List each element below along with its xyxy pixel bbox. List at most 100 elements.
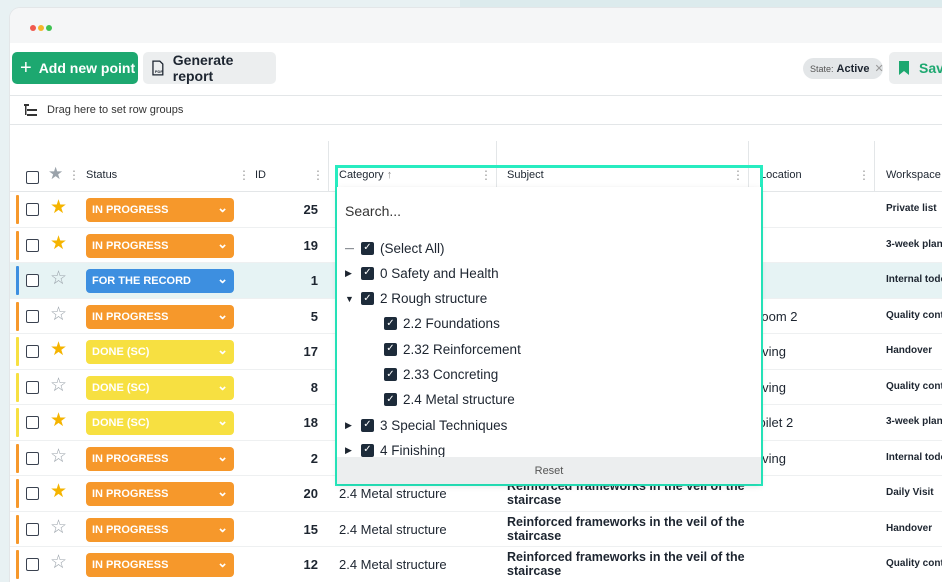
status-dropdown[interactable]: IN PROGRESS ⌄ [86,198,234,222]
filter-checkbox[interactable]: ✓ [384,342,397,356]
star-filled-icon[interactable]: ★ [50,411,67,430]
status-label: IN PROGRESS [92,488,169,500]
save-view-button[interactable]: Sav [889,52,942,84]
workspace-cell: Handover [886,345,933,356]
row-group-drop-zone[interactable]: Drag here to set row groups [10,95,942,125]
status-label: DONE (SC) [92,346,150,358]
status-color-bar [16,372,19,402]
add-new-point-button[interactable]: + Add new point [12,52,138,84]
star-outline-icon[interactable]: ☆ [50,269,67,288]
table-row[interactable]: ☆ IN PROGRESS ⌄ 12 2.4 Metal structure R… [10,547,942,582]
minimize-window-dot[interactable] [38,25,44,31]
star-filled-icon[interactable]: ★ [50,340,67,359]
filter-checkbox[interactable]: ✓ [384,368,397,381]
star-filled-icon[interactable]: ★ [50,234,67,253]
status-dropdown[interactable]: IN PROGRESS ⌄ [86,304,234,329]
filter-checkbox[interactable]: ✓ [384,393,397,407]
close-icon[interactable]: ✕ [875,62,884,75]
filter-option-label: 4 Finishing [380,442,446,457]
status-color-bar [16,337,19,366]
maximize-window-dot[interactable] [46,25,52,31]
status-color-bar [16,408,19,437]
row-checkbox[interactable] [26,380,39,394]
select-all-rows-checkbox[interactable] [26,171,39,184]
status-color-bar [16,443,19,473]
status-dropdown[interactable]: DONE (SC) ⌄ [86,375,234,400]
filter-option[interactable]: ✓ 2.32 Reinforcement [384,340,521,358]
row-checkbox[interactable] [26,416,39,429]
status-dropdown[interactable]: IN PROGRESS ⌄ [86,553,234,577]
star-filled-icon[interactable]: ★ [50,482,67,501]
reset-filter-button[interactable]: Reset [337,457,761,484]
add-new-point-label: Add new point [38,60,136,76]
chevron-down-icon: ⌄ [217,555,228,570]
column-separator [328,141,329,192]
star-header-icon[interactable]: ★ [48,165,63,182]
table-row[interactable]: ☆ IN PROGRESS ⌄ 15 2.4 Metal structure R… [10,512,942,547]
filter-option[interactable]: ▶ ✓ 0 Safety and Health [345,264,499,282]
status-dropdown[interactable]: IN PROGRESS ⌄ [86,233,234,258]
column-header-location[interactable]: Location [760,169,802,181]
star-outline-icon[interactable]: ☆ [50,376,67,395]
status-color-bar [16,514,19,544]
filter-option[interactable]: ▶ ✓ 3 Special Techniques [345,416,507,434]
caret-right-icon[interactable]: ▶ [345,445,355,456]
caret-right-icon[interactable]: ▶ [345,420,355,431]
star-outline-icon[interactable]: ☆ [50,553,67,572]
filter-option[interactable]: ✓ 2.4 Metal structure [384,391,515,409]
filter-option-label: 2.32 Reinforcement [403,341,521,357]
status-dropdown[interactable]: IN PROGRESS ⌄ [86,517,234,542]
filter-option[interactable]: ✓ 2.33 Concreting [384,366,498,384]
status-dropdown[interactable]: FOR THE RECORD ⌄ [86,269,234,293]
caret-right-icon[interactable]: ▶ [345,268,355,279]
filter-option[interactable]: — ✓ (Select All) [345,239,445,257]
column-menu-icon[interactable]: ⋮ [858,168,870,182]
status-label: DONE (SC) [92,381,150,394]
generate-report-button[interactable]: PDF Generate report [143,52,276,84]
column-header-id[interactable]: ID [255,169,266,181]
star-outline-icon[interactable]: ☆ [50,305,67,324]
row-checkbox[interactable] [26,487,39,500]
status-dropdown[interactable]: IN PROGRESS ⌄ [86,446,234,471]
filter-option-label: 2.33 Concreting [403,367,499,382]
row-checkbox[interactable] [26,522,39,536]
row-checkbox[interactable] [26,345,39,358]
status-label: FOR THE RECORD [92,275,191,287]
row-checkbox[interactable] [26,451,39,465]
row-checkbox[interactable] [26,203,39,216]
filter-checkbox[interactable]: ✓ [384,317,397,331]
status-dropdown[interactable]: IN PROGRESS ⌄ [86,482,234,506]
star-outline-icon[interactable]: ☆ [50,518,67,537]
status-dropdown[interactable]: DONE (SC) ⌄ [86,411,234,435]
minus-icon[interactable]: — [345,243,355,253]
row-group-icon [24,104,37,116]
workspace-cell: Quality control [886,380,942,392]
filter-checkbox[interactable]: ✓ [361,443,374,457]
column-menu-icon[interactable]: ⋮ [312,168,324,182]
filter-checkbox[interactable]: ✓ [361,292,374,306]
column-menu-icon[interactable]: ⋮ [68,168,80,182]
filter-checkbox[interactable]: ✓ [361,418,374,432]
filter-checkbox[interactable]: ✓ [361,241,374,255]
filter-option[interactable]: ▼ ✓ 2 Rough structure [345,290,487,308]
filter-option[interactable]: ▶ ✓ 4 Finishing [345,441,445,457]
star-outline-icon[interactable]: ☆ [50,447,67,466]
row-checkbox[interactable] [26,309,39,323]
column-header-status[interactable]: Status [86,169,117,181]
column-menu-icon[interactable]: ⋮ [238,168,250,182]
state-filter-chip[interactable]: State: Active ✕ [803,58,884,79]
row-checkbox[interactable] [26,238,39,252]
chevron-down-icon: ⌄ [217,271,228,286]
status-dropdown[interactable]: DONE (SC) ⌄ [86,340,234,364]
row-checkbox[interactable] [26,558,39,571]
filter-option[interactable]: ✓ 2.2 Foundations [384,315,500,333]
star-filled-icon[interactable]: ★ [50,198,67,217]
filter-checkbox[interactable]: ✓ [361,266,374,280]
close-window-dot[interactable] [30,25,36,31]
category-filter-popup: Search... — ✓ (Select All) ▶ ✓ 0 Safety … [337,187,761,484]
caret-down-icon[interactable]: ▼ [345,294,355,304]
status-label: IN PROGRESS [92,523,169,536]
column-header-workspace[interactable]: Workspace [886,169,941,181]
status-color-bar [16,479,19,508]
row-checkbox[interactable] [26,274,39,287]
